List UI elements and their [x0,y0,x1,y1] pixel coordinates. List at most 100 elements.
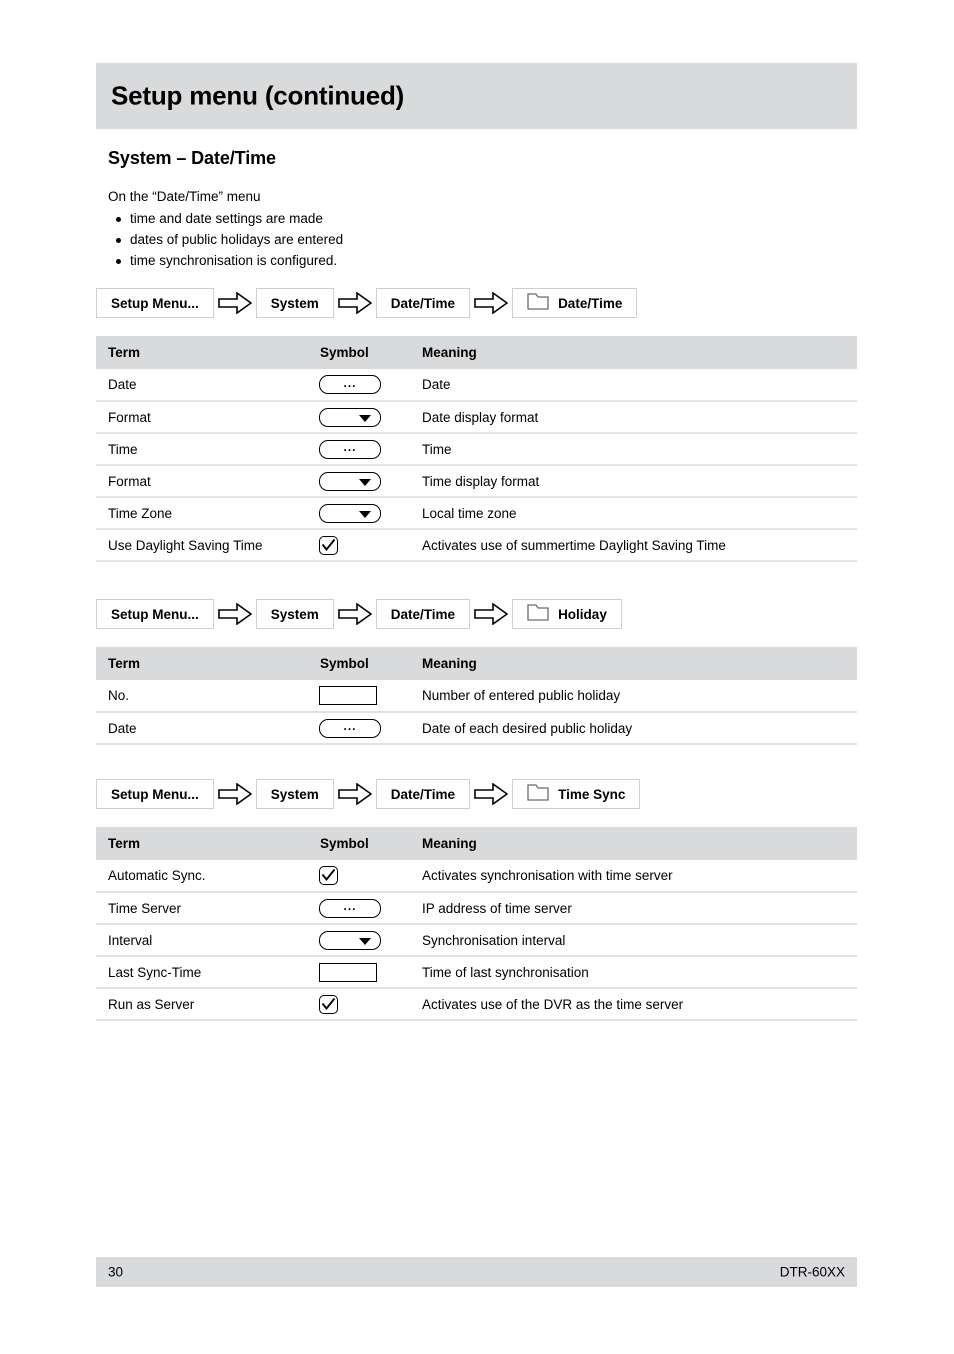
row-symbol: ... [316,892,416,925]
breadcrumb: Setup Menu... System Date/Time Holiday [96,599,622,629]
folder-icon [527,293,549,313]
breadcrumb-tab-label: Date/Time [558,295,623,311]
row-symbol [316,956,416,989]
breadcrumb-label: Setup Menu... [111,295,199,311]
button-ellipsis-icon[interactable]: ... [319,375,381,394]
text-field-icon[interactable] [319,962,377,982]
row-term: Automatic Sync. [96,860,316,893]
table-row: Format Date display format [96,401,857,434]
column-header-symbol: Symbol [316,336,416,369]
column-header-meaning: Meaning [416,336,857,369]
breadcrumb-crumb-date-time[interactable]: Date/Time [375,288,471,318]
arrow-right-icon [214,779,256,809]
table-row: Run as Server Activates use of the DVR a… [96,988,857,1021]
breadcrumb-crumb-date-time[interactable]: Date/Time [375,599,471,629]
checkbox-checked-icon[interactable] [319,994,338,1014]
chevron-down-icon [359,415,371,422]
arrow-right-icon [214,599,256,629]
list-item: dates of public holidays are entered [108,229,343,250]
row-term: Date [96,369,316,402]
table-time-sync: Term Symbol Meaning Automatic Sync. Acti… [96,827,857,1021]
breadcrumb-tab-label: Holiday [558,606,607,622]
model-name: DTR-60XX [779,1264,845,1280]
checkbox-checked-icon[interactable] [319,866,338,885]
arrow-right-icon [470,779,512,809]
row-term: Time Server [96,892,316,925]
breadcrumb-crumb-setup-menu[interactable]: Setup Menu... [96,779,214,809]
row-meaning: Date display format [416,401,857,434]
row-term: Last Sync-Time [96,956,316,989]
row-term: No. [96,680,316,713]
row-symbol [316,401,416,434]
table-header-row: Term Symbol Meaning [96,647,857,680]
checkbox-checked-icon[interactable] [319,535,338,555]
intro-bullet-list: time and date settings are made dates of… [108,208,343,271]
column-header-meaning: Meaning [416,647,857,680]
page-title: Setup menu (continued) [111,80,405,111]
breadcrumb-crumb-date-time[interactable]: Date/Time [375,779,471,809]
page-footer: 30 DTR-60XX [96,1257,857,1287]
breadcrumb-crumb-system[interactable]: System [255,599,334,629]
list-item: time synchronisation is configured. [108,250,343,271]
button-ellipsis-icon[interactable]: ... [319,898,381,918]
dropdown-icon[interactable] [319,503,381,523]
row-symbol [316,924,416,957]
row-meaning: Date [416,369,857,402]
breadcrumb-crumb-setup-menu[interactable]: Setup Menu... [96,288,214,318]
row-term: Time Zone [96,497,316,530]
breadcrumb-crumb-system[interactable]: System [255,288,334,318]
document-page: Setup menu (continued) System – Date/Tim… [96,0,857,1354]
list-item: time and date settings are made [108,208,343,229]
row-symbol [316,497,416,530]
list-item-label: time and date settings are made [130,211,323,226]
breadcrumb-label: System [270,295,319,311]
breadcrumb-tab-holiday[interactable]: Holiday [512,599,622,629]
text-field-icon[interactable] [319,686,377,705]
button-ellipsis-icon[interactable]: ... [319,439,381,459]
breadcrumb-tab-time-sync[interactable]: Time Sync [512,779,641,809]
table-row: Time ... Time [96,433,857,466]
table-row: Use Daylight Saving Time Activates use o… [96,529,857,562]
breadcrumb: Setup Menu... System Date/Time Date/Time [96,288,638,318]
row-term: Format [96,401,316,434]
button-ellipsis-icon[interactable]: ... [319,718,381,738]
dropdown-icon[interactable] [319,407,381,427]
table-row: Time Zone Local time zone [96,497,857,530]
row-meaning: Time of last synchronisation [416,956,857,989]
row-term: Time [96,433,316,466]
intro-lead: On the “Date/Time” menu [108,189,261,204]
breadcrumb-crumb-system[interactable]: System [255,779,334,809]
arrow-right-icon [470,599,512,629]
table-holiday: Term Symbol Meaning No. Number of entere… [96,647,857,745]
column-header-term: Term [96,647,316,680]
row-meaning: IP address of time server [416,892,857,925]
dropdown-icon[interactable] [319,930,381,950]
row-symbol: ... [316,369,416,402]
row-term: Date [96,712,316,745]
row-symbol [316,680,416,713]
table-row: Date ... Date [96,369,857,402]
breadcrumb-label: Date/Time [390,786,456,802]
breadcrumb: Setup Menu... System Date/Time Time Sync [96,779,641,809]
breadcrumb-label: Setup Menu... [111,606,199,622]
breadcrumb-crumb-setup-menu[interactable]: Setup Menu... [96,599,214,629]
list-item-label: dates of public holidays are entered [130,232,344,247]
breadcrumb-label: Date/Time [390,606,456,622]
table-row: Last Sync-Time Time of last synchronisat… [96,956,857,989]
table-row: Automatic Sync. Activates synchronisatio… [96,860,857,893]
table-row: Format Time display format [96,465,857,498]
chevron-down-icon [359,511,371,518]
arrow-right-icon [214,288,256,318]
row-term: Use Daylight Saving Time [96,529,316,562]
row-symbol: ... [316,712,416,745]
table-header-row: Term Symbol Meaning [96,827,857,860]
row-term: Run as Server [96,988,316,1021]
arrow-right-icon [334,288,376,318]
breadcrumb-tab-date-time[interactable]: Date/Time [512,288,638,318]
dropdown-icon[interactable] [319,471,381,491]
column-header-meaning: Meaning [416,827,857,860]
page-number: 30 [108,1264,124,1280]
row-symbol [316,860,416,893]
row-symbol [316,465,416,498]
table-date-time: Term Symbol Meaning Date ... Date Format… [96,336,857,562]
